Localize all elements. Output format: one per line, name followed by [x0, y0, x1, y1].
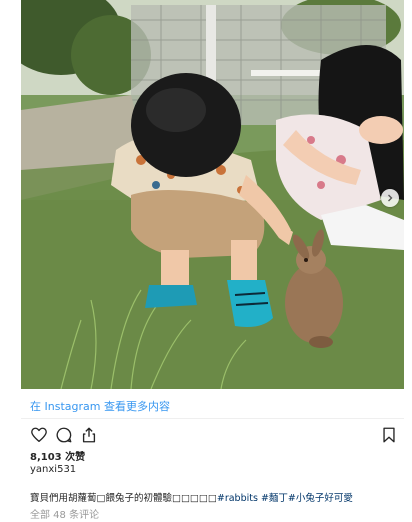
post-photo[interactable] — [21, 0, 404, 389]
caption-text: 寶貝們用胡蘿蔔□餵兔子的初體驗□□□□□ — [30, 493, 217, 504]
bookmark-icon[interactable] — [380, 426, 398, 444]
instagram-embed-card: 在 Instagram 查看更多内容 8,103 次赞 yanxi531 寶貝們… — [21, 0, 404, 522]
comment-bubble-icon[interactable] — [55, 426, 73, 444]
post-actions — [30, 426, 98, 444]
author-username[interactable]: yanxi531 — [30, 464, 76, 475]
view-more-on-instagram-link[interactable]: 在 Instagram 查看更多内容 — [30, 398, 170, 414]
view-all-comments-link[interactable]: 全部 48 条评论 — [30, 506, 99, 521]
chevron-right-icon — [388, 194, 393, 202]
next-photo-button[interactable] — [381, 189, 399, 207]
hashtag-link[interactable]: #麵丁 — [261, 493, 288, 504]
photo-illustration — [21, 0, 404, 389]
post-caption: 寶貝們用胡蘿蔔□餵兔子的初體驗□□□□□#rabbits #麵丁#小兔子好可愛 — [30, 490, 353, 504]
share-icon[interactable] — [80, 426, 98, 444]
hashtag-link[interactable]: #小兔子好可愛 — [288, 493, 353, 504]
hashtag-link[interactable]: #rabbits — [217, 493, 258, 504]
divider — [21, 418, 404, 419]
heart-icon[interactable] — [30, 426, 48, 444]
like-count[interactable]: 8,103 次赞 — [30, 448, 85, 463]
